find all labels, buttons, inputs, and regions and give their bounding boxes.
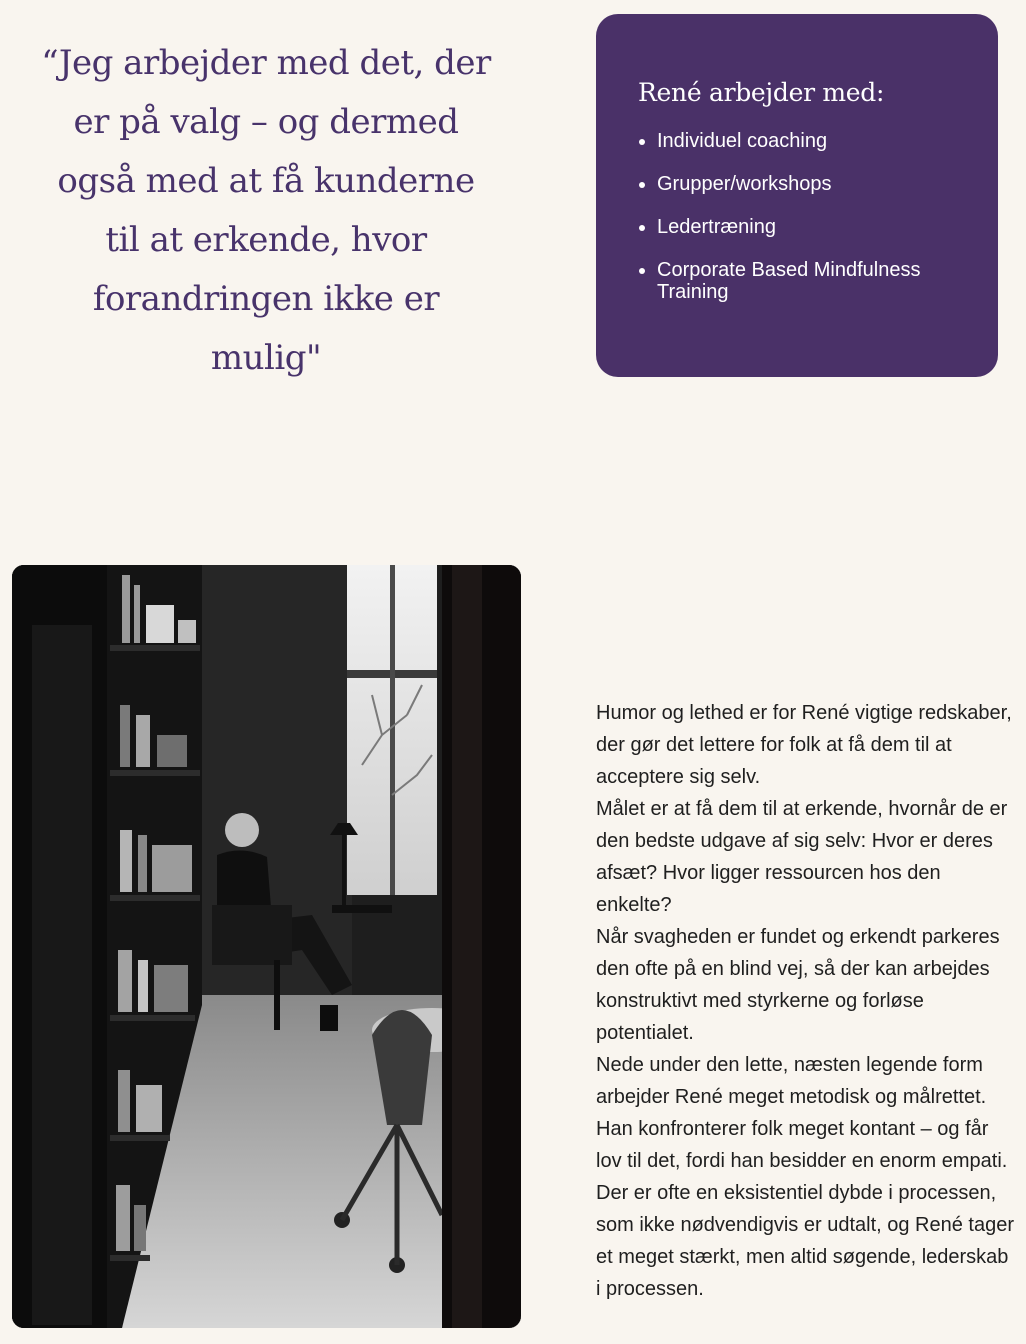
about-paragraph: Humor og lethed er for René vigtige reds… [596,702,1012,788]
services-card: René arbejder med: Individuel coaching G… [596,14,998,377]
about-paragraph: Der er ofte en eksistentiel dybde i proc… [596,1182,1014,1300]
pull-quote: “Jeg arbejder med det, der er på valg – … [41,43,491,378]
about-paragraph: Nede under den lette, næsten legende for… [596,1054,1008,1172]
portrait-photo-illustration [12,565,521,1328]
services-card-title: René arbejder med: [638,78,885,107]
services-list: Individuel coaching Grupper/workshops Le… [638,130,958,303]
services-list-item: Individuel coaching [657,130,958,152]
services-list-item: Ledertræning [657,216,958,238]
about-paragraph: Når svagheden er fundet og erkendt parke… [596,926,1000,1044]
services-list-item: Corporate Based Mindfulness Training [657,259,958,303]
portrait-photo [12,565,521,1328]
about-paragraph: Målet er at få dem til at erkende, hvorn… [596,798,1008,916]
about-text: Humor og lethed er for René vigtige reds… [596,697,1016,1305]
services-list-item: Grupper/workshops [657,173,958,195]
